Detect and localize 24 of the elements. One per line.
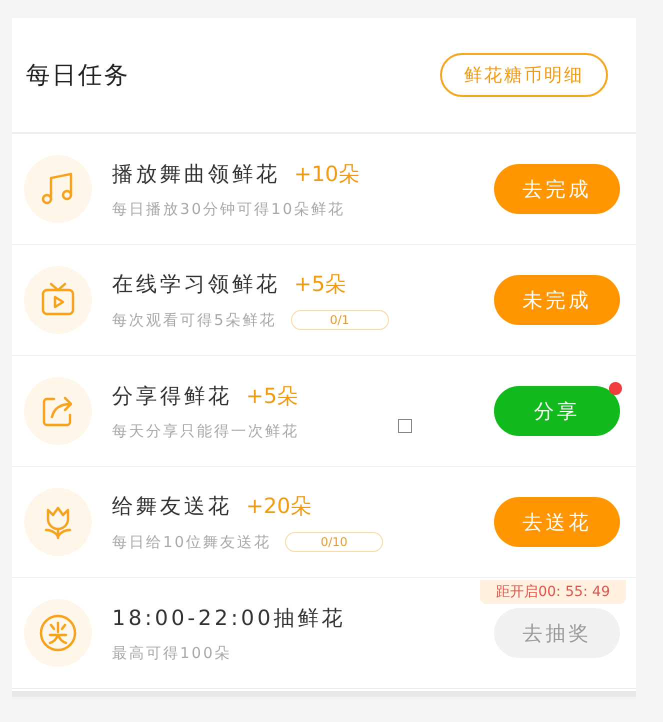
task-button[interactable]: 去送花 — [494, 497, 620, 547]
task-description: 最高可得100朵 — [112, 644, 232, 662]
prize-icon — [37, 612, 79, 654]
task-title: 给舞友送花 — [112, 493, 232, 520]
progress-counter: 0/10 — [285, 532, 384, 552]
task-title: 播放舞曲领鲜花 — [112, 160, 280, 188]
task-description: 每次观看可得5朵鲜花 — [112, 310, 277, 330]
progress-counter: 0/1 — [290, 310, 389, 330]
reward-amount: +20朵 — [246, 493, 312, 520]
task-title: 在线学习领鲜花 — [112, 271, 280, 298]
countdown-label: 距开启00: 55: 49 — [480, 580, 626, 604]
reward-amount: +5朵 — [246, 382, 298, 410]
task-button[interactable]: 未完成 — [494, 275, 620, 325]
task-title: 18:00-22:00抽鲜花 — [112, 604, 346, 632]
task-description: 每天分享只能得一次鲜花 — [112, 422, 299, 440]
square-icon — [398, 419, 412, 433]
task-title: 分享得鲜花 — [112, 382, 232, 410]
task-description: 每日播放30分钟可得10朵鲜花 — [112, 200, 346, 218]
section-title: 每日任务 — [26, 60, 130, 91]
reward-amount: +5朵 — [294, 271, 346, 298]
detail-button[interactable]: 鲜花糖币明细 — [440, 53, 608, 97]
task-button[interactable]: 去完成 — [494, 164, 620, 214]
task-description: 每日给10位舞友送花 — [112, 532, 272, 552]
reward-amount: +10朵 — [294, 160, 360, 188]
